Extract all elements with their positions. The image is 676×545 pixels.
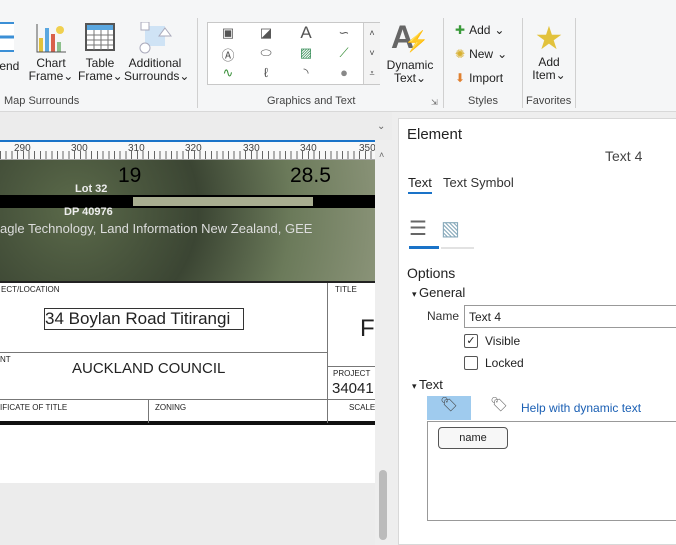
- scale-label: 19: [118, 164, 142, 187]
- dynamic-text-button[interactable]: A⚡ Dynamic Text⌄: [384, 20, 436, 85]
- locked-checkbox[interactable]: [464, 356, 478, 370]
- dynamic-text-icon: A⚡: [390, 19, 429, 55]
- visible-checkbox[interactable]: ✓: [464, 334, 478, 348]
- table-frame-button[interactable]: Table Frame⌄: [78, 22, 123, 83]
- import-style-button[interactable]: ⬇ Import: [455, 71, 503, 85]
- group-label-favorites: Favorites: [526, 95, 572, 107]
- element-pane: Element Text 4 Text Text Symbol ☰ ▧ Opti…: [398, 118, 676, 545]
- polygon-text-icon[interactable]: ◪: [256, 25, 276, 41]
- scrollbar-thumb[interactable]: [379, 470, 387, 540]
- element-name-heading: Text 4: [605, 148, 643, 164]
- add-item-button[interactable]: ★ Add Item⌄: [528, 20, 570, 82]
- locked-label: Locked: [485, 356, 524, 370]
- straight-text-icon[interactable]: A: [296, 23, 316, 43]
- add-style-button[interactable]: ✚ Add ⌄: [455, 23, 504, 37]
- parcel-label: Lot 32: [75, 183, 108, 195]
- text-properties-icon[interactable]: ☰: [409, 216, 439, 249]
- additional-surrounds-button[interactable]: Additional Surrounds⌄: [124, 21, 189, 83]
- text-tag-name[interactable]: name: [438, 427, 508, 449]
- text-tag-icon[interactable]: 🏷: [427, 396, 471, 420]
- add-style-icon: ✚: [455, 23, 466, 37]
- tab-text-symbol[interactable]: Text Symbol: [443, 175, 514, 190]
- dynamic-tag-icon[interactable]: 🏷: [477, 396, 521, 420]
- map-credits: agle Technology, Land Information New Ze…: [0, 221, 313, 236]
- text-expander[interactable]: ▾ Text: [412, 377, 443, 392]
- point-icon[interactable]: ●: [334, 65, 354, 80]
- arc-icon[interactable]: ◝: [296, 65, 316, 81]
- table-icon: [85, 23, 115, 51]
- line-icon[interactable]: ⟋: [334, 45, 354, 61]
- general-expander[interactable]: ▾ General: [412, 285, 465, 300]
- ribbon: gend ChartFrame⌄ TableFrame⌄ AdditionalS…: [0, 0, 676, 112]
- graphics-gallery[interactable]: ▣ ◪ A ∽ Ⓐ ⬭ ▨ ⟋ ∿ ℓ ◝ ● ˄ ˅ ⩡: [207, 22, 380, 85]
- surrounds-icon: [139, 21, 172, 54]
- scale-bar: [0, 195, 375, 208]
- chevron-down-icon: ▾: [412, 289, 420, 299]
- chart-frame-button[interactable]: Chart Frame⌄: [28, 22, 74, 83]
- new-style-button[interactable]: ✺ New ⌄: [455, 47, 507, 61]
- visible-label: Visible: [485, 334, 521, 348]
- scale-label: 28.5: [290, 164, 331, 187]
- parcel-label: DP 40976: [64, 206, 113, 218]
- legend-icon: [0, 22, 14, 52]
- chart-icon: [36, 24, 66, 53]
- map-frame[interactable]: 19 28.5 Lot 32 DP 40976 agle Technology,…: [0, 160, 375, 281]
- page-paper: [0, 425, 375, 483]
- curve-icon[interactable]: ∿: [218, 65, 238, 81]
- import-style-icon: ⬇: [455, 71, 466, 85]
- group-label-map-surrounds: Map Surrounds: [4, 95, 80, 107]
- name-input[interactable]: Text 4: [464, 305, 676, 328]
- name-label: Name: [427, 309, 460, 323]
- picture-icon[interactable]: ▨: [296, 45, 316, 61]
- title-block: ECT/LOCATION 34 Boylan Road Titirangi TI…: [0, 281, 375, 425]
- circle-text-icon[interactable]: Ⓐ: [218, 45, 238, 64]
- freehand-icon[interactable]: ℓ: [256, 65, 276, 80]
- text-editor[interactable]: name: [427, 421, 676, 521]
- help-dynamic-text-link[interactable]: Help with dynamic text: [521, 401, 641, 415]
- legend-button[interactable]: gend: [0, 22, 22, 73]
- group-label-graphics-text: Graphics and Text: [267, 95, 356, 107]
- rectangle-text-icon[interactable]: ▣: [218, 25, 238, 41]
- horizontal-ruler: 290 300 310 320 330 340 350: [0, 140, 375, 160]
- gallery-scroll[interactable]: ˄ ˅ ⩡: [363, 23, 380, 84]
- options-heading: Options: [407, 265, 456, 281]
- placement-icon[interactable]: ▧: [441, 216, 474, 249]
- chevron-down-icon[interactable]: ⌄: [377, 121, 385, 132]
- new-style-icon: ✺: [455, 47, 466, 61]
- ellipse-text-icon[interactable]: ⬭: [256, 45, 276, 61]
- chevron-down-icon: ▾: [412, 381, 420, 391]
- pane-title: Element: [407, 126, 463, 143]
- vertical-scrollbar[interactable]: ˄: [375, 140, 392, 545]
- selected-text-element[interactable]: 34 Boylan Road Titirangi: [44, 308, 244, 330]
- dialog-launcher-icon[interactable]: ⇲: [431, 98, 438, 107]
- curved-text-icon[interactable]: ∽: [334, 25, 354, 41]
- group-label-styles: Styles: [468, 95, 498, 107]
- tab-text[interactable]: Text: [408, 175, 432, 194]
- star-plus-icon: ★: [534, 20, 564, 56]
